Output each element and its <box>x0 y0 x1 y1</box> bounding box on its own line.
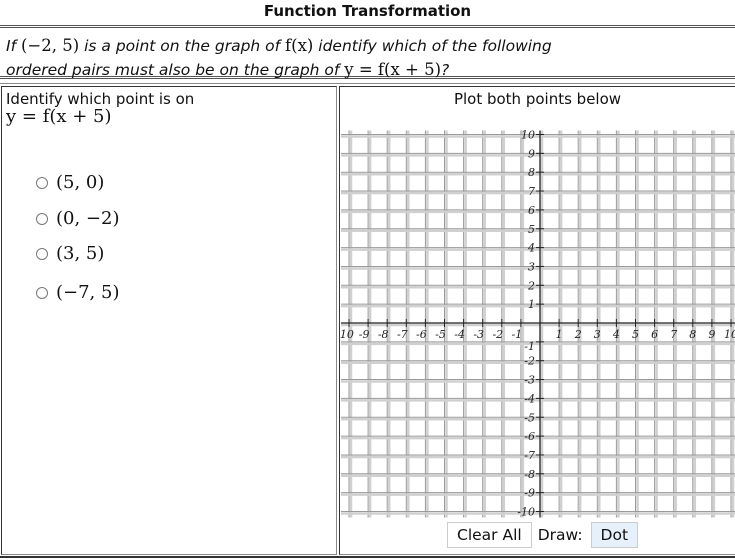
option-3[interactable]: (3, 5) <box>36 243 104 264</box>
y-tick-label: 6 <box>528 204 535 217</box>
x-tick-label: 2 <box>574 328 582 341</box>
x-tick-label: -7 <box>397 328 408 341</box>
y-tick-label: -5 <box>524 411 535 424</box>
question-text-part: identify which of the following <box>313 37 552 55</box>
radio-button[interactable] <box>36 176 48 189</box>
x-tick-label: -9 <box>359 328 370 341</box>
x-tick-label: 3 <box>594 328 601 341</box>
x-tick-label: -1 <box>512 328 523 341</box>
y-tick-label: 3 <box>528 260 535 273</box>
option-label: (5, 0) <box>56 172 105 193</box>
x-tick-label: -10 <box>340 328 354 341</box>
x-tick-label: -6 <box>416 328 427 341</box>
y-tick-label: -1 <box>524 340 535 353</box>
y-tick-label: 8 <box>528 166 535 179</box>
x-tick-label: -8 <box>378 328 389 341</box>
question-text-part: is a point on the graph of <box>79 37 286 55</box>
function-fx: f(x) <box>285 36 314 55</box>
x-tick-label: -2 <box>492 328 503 341</box>
question-box: If (−2, 5) is a point on the graph of f(… <box>0 25 735 79</box>
y-tick-label: 10 <box>521 129 535 142</box>
plot-toolbar: Clear All Draw: Dot <box>447 522 639 548</box>
given-point: (−2, 5) <box>20 36 80 55</box>
question-text-part: ordered pairs must also be on the graph … <box>6 61 345 79</box>
y-tick-label: -7 <box>524 449 535 462</box>
radio-button[interactable] <box>36 247 48 260</box>
page-title: Function Transformation <box>263 2 472 20</box>
y-tick-label: -8 <box>524 468 535 481</box>
y-tick-label: -6 <box>524 430 535 443</box>
options-prompt: Identify which point is on y = f(x + 5) <box>6 90 194 126</box>
radio-button[interactable] <box>36 212 48 225</box>
prompt-equation: y = f(x + 5) <box>6 106 112 127</box>
option-label: (−7, 5) <box>56 282 120 303</box>
option-label: (3, 5) <box>56 243 105 264</box>
x-tick-label: 10 <box>724 328 735 341</box>
draw-label: Draw: <box>537 526 583 544</box>
x-tick-label: 1 <box>556 328 563 341</box>
radio-button[interactable] <box>36 286 48 299</box>
x-tick-label: 4 <box>612 328 620 341</box>
question-text: If (−2, 5) is a point on the graph of f(… <box>6 34 552 82</box>
y-tick-label: 9 <box>528 147 535 160</box>
y-tick-label: -9 <box>524 487 535 500</box>
y-tick-label: -4 <box>524 392 535 405</box>
draw-mode-dot-button[interactable]: Dot <box>590 522 639 548</box>
y-tick-label: -3 <box>524 374 535 387</box>
x-tick-label: 8 <box>689 328 696 341</box>
y-tick-label: -10 <box>517 506 535 519</box>
options-panel <box>1 86 337 555</box>
plot-title: Plot both points below <box>453 90 622 108</box>
y-tick-label: 1 <box>528 298 535 311</box>
option-2[interactable]: (0, −2) <box>36 208 119 229</box>
x-tick-label: 9 <box>708 328 715 341</box>
y-tick-label: -2 <box>524 355 535 368</box>
transformed-equation: y = f(x + 5) <box>344 60 442 79</box>
x-tick-label: 7 <box>670 328 677 341</box>
x-tick-label: -5 <box>435 328 446 341</box>
x-tick-label: -4 <box>454 328 465 341</box>
coordinate-grid[interactable]: -10-9-8-7-6-5-4-3-2-112345678910-10-9-8-… <box>340 125 735 520</box>
question-text-part: If <box>6 37 21 55</box>
y-tick-label: 7 <box>528 185 535 198</box>
y-tick-label: 2 <box>527 279 535 292</box>
option-4[interactable]: (−7, 5) <box>36 282 119 303</box>
x-tick-label: 5 <box>632 328 639 341</box>
question-text-part: ? <box>441 61 450 79</box>
x-tick-label: 6 <box>651 328 658 341</box>
clear-all-button[interactable]: Clear All <box>447 522 532 548</box>
x-tick-label: -3 <box>473 328 484 341</box>
option-label: (0, −2) <box>56 208 120 229</box>
option-1[interactable]: (5, 0) <box>36 172 104 193</box>
y-tick-label: 5 <box>528 223 535 236</box>
y-tick-label: 4 <box>527 242 535 255</box>
